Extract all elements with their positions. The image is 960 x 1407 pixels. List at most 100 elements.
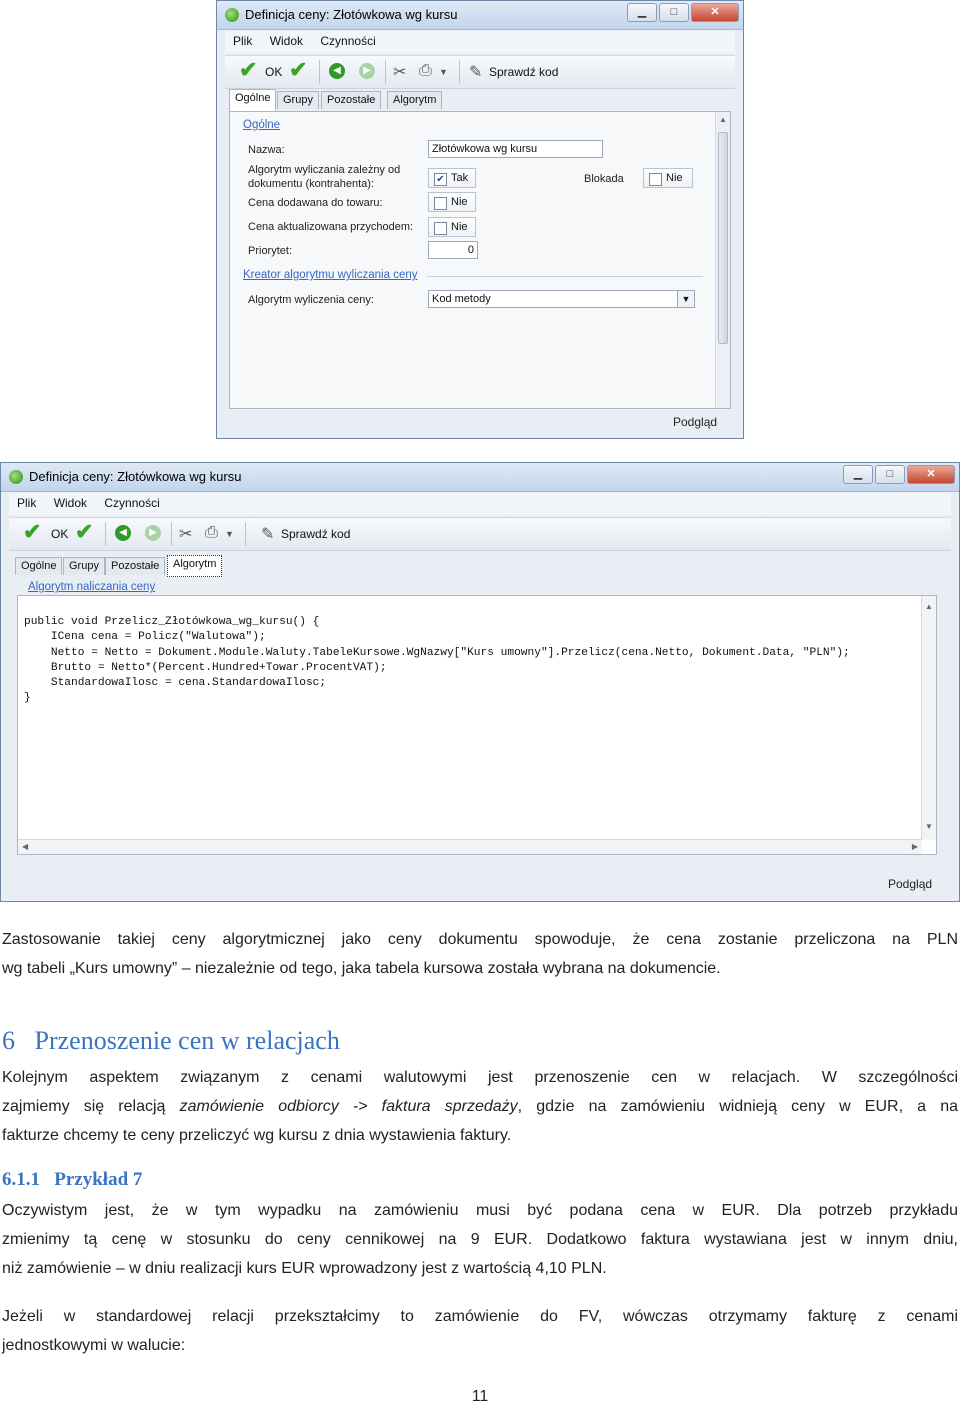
text-line: Oczywistym jest, że w tym wypadku na zam… (2, 1202, 958, 1219)
window-title: Definicja ceny: Złotówkowa wg kursu (245, 7, 458, 22)
save-check-icon[interactable]: ✔ (289, 59, 311, 81)
heading-title: Przykład 7 (54, 1169, 143, 1190)
menu-view[interactable]: Widok (46, 493, 93, 510)
priority-input[interactable]: 0 (428, 241, 478, 259)
text-line: zajmiemy się relacją zamówienie odbiorcy… (2, 1092, 958, 1121)
name-label: Nazwa: (248, 144, 285, 156)
code-line: Brutto = Netto*(Percent.Hundred+Towar.Pr… (24, 661, 387, 674)
check-code-button[interactable]: Sprawdź kod (281, 527, 350, 541)
general-panel: Ogólne Nazwa: Złotówkowa wg kursu Algory… (229, 111, 731, 409)
chevron-down-icon[interactable]: ▼ (225, 529, 234, 539)
tab-algorithm[interactable]: Algorytm (387, 91, 443, 109)
forward-icon[interactable]: ▶ (359, 63, 375, 79)
minimize-button[interactable]: ▁ (627, 3, 657, 22)
code-line: ICena cena = Policz("Walutowa"); (24, 631, 266, 644)
preview-status[interactable]: Podgląd (888, 877, 932, 891)
heading-6: 6 Przenoszenie cen w relacjach (2, 1026, 340, 1056)
algo-dependent-label-2: dokumentu (kontrahenta): (248, 178, 374, 190)
text-line: jednostkowymi w walucie: (2, 1337, 186, 1354)
text-line: Kolejnym aspektem związanym z cenami wal… (2, 1069, 958, 1086)
maximize-button[interactable]: □ (875, 465, 905, 484)
scroll-down-icon[interactable]: ▼ (925, 822, 933, 831)
vertical-scrollbar[interactable]: ▲ (715, 112, 730, 408)
scroll-up-icon[interactable]: ▲ (719, 115, 727, 124)
menu-bar: Plik Widok Czynności (9, 493, 951, 515)
text-line: Zastosowanie takiej ceny algorytmicznej … (2, 931, 958, 948)
scroll-thumb[interactable] (718, 132, 728, 344)
code-line: Netto = Netto = Dokument.Module.Waluty.T… (24, 646, 850, 659)
empty-checkbox-icon (434, 222, 447, 235)
updated-by-receipt-checkbox[interactable]: Nie (428, 217, 476, 237)
text-line: niż zamówienie – w dniu realizacji kurs … (2, 1260, 607, 1277)
code-line: } (24, 692, 31, 705)
horizontal-scrollbar[interactable]: ◀ ▶ (18, 839, 922, 854)
app-icon (225, 8, 239, 22)
tab-groups[interactable]: Grupy (277, 91, 319, 109)
tab-algorithm[interactable]: Algorytm (167, 555, 223, 577)
ok-check-icon[interactable]: ✔ (239, 59, 261, 81)
print-icon[interactable]: ⎙ (205, 524, 218, 542)
preview-status[interactable]: Podgląd (673, 415, 717, 429)
heading-number: 6 (2, 1026, 15, 1055)
empty-checkbox-icon (649, 173, 662, 186)
algo-dependent-checkbox[interactable]: ✔ Tak (428, 168, 476, 188)
save-check-icon[interactable]: ✔ (75, 521, 97, 543)
heading-6-1-1: 6.1.1 Przykład 7 (2, 1169, 142, 1191)
maximize-button[interactable]: □ (659, 3, 689, 22)
algorithm-code[interactable]: public void Przelicz_Złotówkowa_wg_kursu… (24, 600, 850, 722)
close-button[interactable]: ✕ (691, 3, 739, 22)
back-icon[interactable]: ◀ (115, 525, 131, 541)
block-checkbox[interactable]: Nie (643, 168, 693, 188)
tools-icon[interactable]: ✂ (179, 524, 192, 544)
tools-icon[interactable]: ✂ (393, 62, 406, 82)
vertical-scrollbar[interactable]: ▲ ▼ (921, 596, 936, 840)
menu-view[interactable]: Widok (262, 31, 309, 48)
name-input[interactable]: Złotówkowa wg kursu (428, 140, 603, 158)
menu-file[interactable]: Plik (9, 493, 42, 510)
tab-other[interactable]: Pozostałe (321, 91, 382, 109)
chevron-down-icon[interactable]: ▼ (677, 291, 694, 307)
text-line: zmienimy tą cenę w stosunku do ceny cenn… (2, 1231, 958, 1248)
chevron-down-icon[interactable]: ▼ (439, 67, 448, 77)
page-number: 11 (471, 1388, 489, 1405)
block-label: Blokada (584, 173, 624, 185)
algo-select[interactable]: Kod metody ▼ (428, 290, 695, 308)
tab-general[interactable]: Ogólne (15, 557, 63, 575)
tab-groups[interactable]: Grupy (63, 557, 105, 575)
forward-icon[interactable]: ▶ (145, 525, 161, 541)
section-divider (427, 276, 703, 277)
check-code-icon[interactable]: ✎ (469, 62, 482, 82)
app-icon (9, 470, 23, 484)
menu-bar: Plik Widok Czynności (225, 31, 735, 53)
section-price-creator: Kreator algorytmu wyliczania ceny (243, 269, 418, 281)
print-icon[interactable]: ⎙ (419, 62, 432, 80)
back-icon[interactable]: ◀ (329, 63, 345, 79)
ok-button[interactable]: OK (265, 65, 282, 79)
added-to-product-checkbox[interactable]: Nie (428, 192, 476, 212)
menu-file[interactable]: Plik (225, 31, 258, 48)
close-button[interactable]: ✕ (907, 465, 955, 484)
paragraph-3: Oczywistym jest, że w tym wypadku na zam… (2, 1196, 958, 1283)
text-fragment: , gdzie na zamówieniu widnieją ceny w EU… (517, 1098, 959, 1115)
minimize-button[interactable]: ▁ (843, 465, 873, 484)
ok-check-icon[interactable]: ✔ (23, 521, 45, 543)
emphasis-relation: zamówienie odbiorcy -> faktura sprzedaży (179, 1098, 518, 1115)
text-line: Jeżeli w standardowej relacji przekształ… (2, 1308, 958, 1325)
tab-general[interactable]: Ogólne (229, 89, 277, 111)
code-line: public void Przelicz_Złotówkowa_wg_kursu… (24, 616, 320, 629)
text-line: fakturze chcemy te ceny przeliczyć wg ku… (2, 1127, 512, 1144)
paragraph-1: Zastosowanie takiej ceny algorytmicznej … (2, 925, 958, 983)
added-to-product-value: Nie (451, 196, 468, 208)
tab-other[interactable]: Pozostałe (105, 557, 166, 575)
scroll-up-icon[interactable]: ▲ (925, 602, 933, 611)
ok-button[interactable]: OK (51, 527, 68, 541)
scroll-left-icon[interactable]: ◀ (22, 842, 28, 851)
scroll-right-icon[interactable]: ▶ (912, 842, 918, 851)
algo-dependent-value: Tak (451, 172, 469, 184)
paragraph-2: Kolejnym aspektem związanym z cenami wal… (2, 1063, 958, 1150)
menu-actions[interactable]: Czynności (312, 31, 381, 48)
menu-actions[interactable]: Czynności (96, 493, 165, 510)
check-code-button[interactable]: Sprawdź kod (489, 65, 558, 79)
check-code-icon[interactable]: ✎ (261, 524, 274, 544)
algo-label: Algorytm wyliczenia ceny: (248, 294, 374, 306)
